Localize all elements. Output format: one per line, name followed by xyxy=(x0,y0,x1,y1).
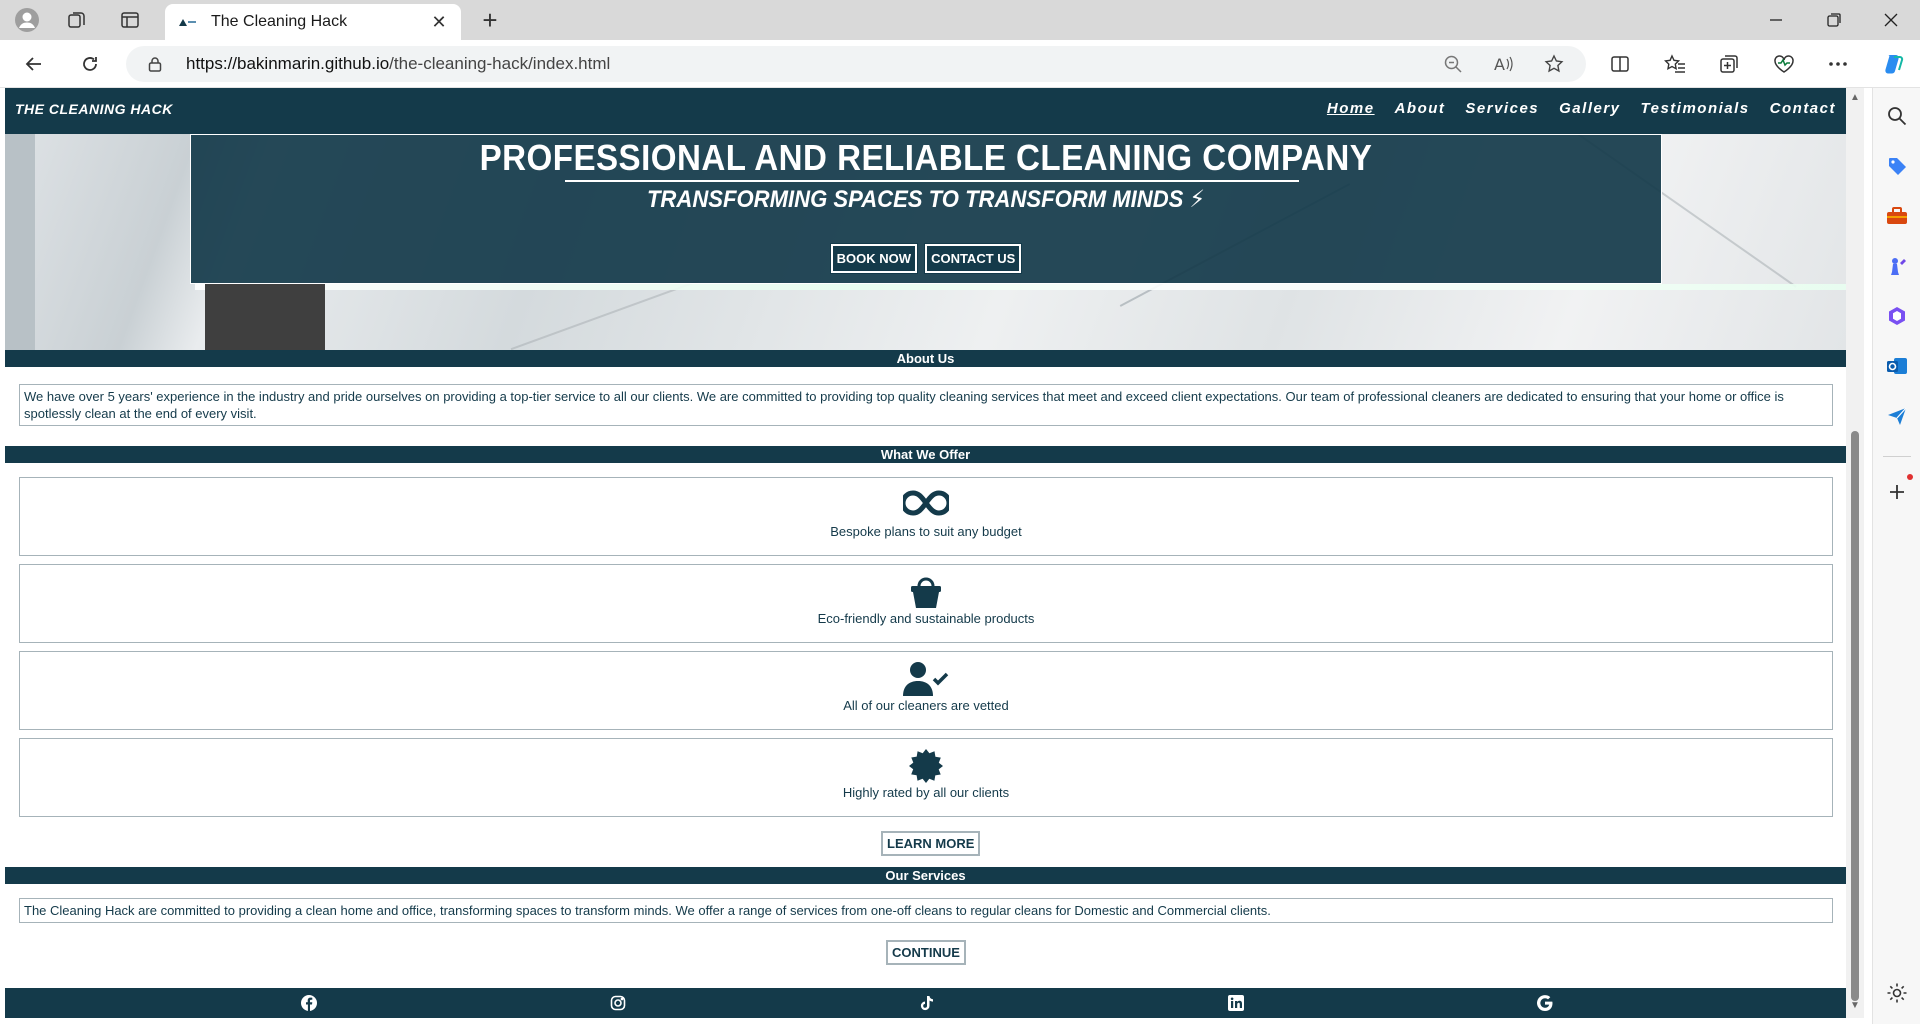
browser-toolbar: https://bakinmarin.github.io/the-cleanin… xyxy=(0,40,1920,88)
more-options-icon[interactable] xyxy=(1824,50,1852,78)
nav-home[interactable]: Home xyxy=(1327,100,1375,117)
url-host: https://bakinmarin.github.io xyxy=(186,54,390,73)
hero-subtitle: TRANSFORMING SPACES TO TRANSFORM MINDS ⚡ xyxy=(646,186,1206,213)
scroll-up-icon[interactable]: ▲ xyxy=(1849,92,1861,103)
offer-text: Highly rated by all our clients xyxy=(842,785,1010,800)
site-favicon-icon xyxy=(177,15,197,29)
hero-cabinet xyxy=(205,284,325,350)
contact-us-button[interactable]: CONTACT US xyxy=(924,243,1023,274)
url-path: /the-cleaning-hack/index.html xyxy=(389,54,611,73)
sidebar-divider xyxy=(1883,456,1911,457)
offer-card: Highly rated by all our clients xyxy=(19,738,1833,817)
favorite-star-icon[interactable] xyxy=(1540,50,1568,78)
tab-close-icon[interactable]: ✕ xyxy=(429,12,449,33)
learn-more-button[interactable]: LEARN MORE xyxy=(881,831,981,856)
offer-text: All of our cleaners are vetted xyxy=(843,698,1009,713)
nav-about[interactable]: About xyxy=(1395,100,1446,117)
zoom-out-icon[interactable] xyxy=(1439,50,1467,78)
services-heading: Our Services xyxy=(5,867,1846,884)
book-now-button[interactable]: BOOK NOW xyxy=(829,243,919,274)
site-footer xyxy=(5,988,1846,1018)
user-check-icon xyxy=(20,662,1832,696)
hero-title: PROFESSIONAL AND RELIABLE CLEANING COMPA… xyxy=(479,137,1373,178)
site-brand[interactable]: THE CLEANING HACK xyxy=(15,101,173,117)
hero-buttons: BOOK NOW CONTACT US xyxy=(191,243,1661,274)
nav-testimonials[interactable]: Testimonials xyxy=(1641,100,1750,117)
read-aloud-icon[interactable]: A xyxy=(1490,50,1518,78)
about-text: We have over 5 years' experience in the … xyxy=(19,384,1833,426)
notification-dot-icon xyxy=(1907,474,1913,480)
nav-gallery[interactable]: Gallery xyxy=(1559,100,1620,117)
services-text: The Cleaning Hack are committed to provi… xyxy=(19,898,1833,923)
browser-sidebar xyxy=(1872,88,1920,1024)
scroll-down-icon[interactable]: ▼ xyxy=(1849,1000,1861,1011)
linkedin-icon[interactable] xyxy=(1227,994,1245,1012)
nav-services[interactable]: Services xyxy=(1465,100,1539,117)
tools-icon[interactable] xyxy=(1885,204,1909,228)
continue-button[interactable]: CONTINUE xyxy=(886,940,966,965)
hero-divider xyxy=(565,180,1299,182)
site-navbar: THE CLEANING HACK Home About Services Ga… xyxy=(5,88,1846,134)
copilot-icon[interactable] xyxy=(1879,50,1907,78)
offer-card: Bespoke plans to suit any budget xyxy=(19,477,1833,556)
collections-icon[interactable] xyxy=(1715,50,1743,78)
instagram-icon[interactable] xyxy=(609,994,627,1012)
page-scrollbar[interactable]: ▲ ▼ xyxy=(1846,88,1864,1018)
microsoft-365-icon[interactable] xyxy=(1885,304,1909,328)
hero-marble-vein xyxy=(510,279,700,350)
infinity-icon xyxy=(20,488,1832,522)
svg-text:A: A xyxy=(1494,55,1505,73)
refresh-icon[interactable] xyxy=(76,50,104,78)
split-screen-icon[interactable] xyxy=(1606,50,1634,78)
nav-contact[interactable]: Contact xyxy=(1770,100,1836,117)
close-window-icon[interactable] xyxy=(1877,6,1905,34)
hero-banner: PROFESSIONAL AND RELIABLE CLEANING COMPA… xyxy=(190,134,1662,284)
hero-section: PROFESSIONAL AND RELIABLE CLEANING COMPA… xyxy=(5,134,1846,350)
workspaces-icon[interactable] xyxy=(63,6,91,34)
address-bar[interactable]: https://bakinmarin.github.io/the-cleanin… xyxy=(126,46,1586,82)
offer-heading: What We Offer xyxy=(5,446,1846,463)
outlook-icon[interactable] xyxy=(1885,354,1909,378)
basket-icon xyxy=(20,575,1832,609)
certificate-icon xyxy=(20,749,1832,783)
site-menu: Home About Services Gallery Testimonials… xyxy=(1327,100,1836,117)
tab-actions-icon[interactable] xyxy=(116,6,144,34)
sidebar-search-icon[interactable] xyxy=(1885,104,1909,128)
lock-icon[interactable] xyxy=(148,55,166,73)
about-heading: About Us xyxy=(5,350,1846,367)
page-viewport: THE CLEANING HACK Home About Services Ga… xyxy=(5,88,1846,1018)
hero-led-strip xyxy=(195,284,1846,290)
profile-icon[interactable] xyxy=(13,6,41,34)
favorites-icon[interactable] xyxy=(1661,50,1689,78)
google-icon[interactable] xyxy=(1536,994,1554,1012)
facebook-icon[interactable] xyxy=(300,994,318,1012)
offer-text: Eco-friendly and sustainable products xyxy=(817,611,1035,626)
sidebar-add-icon[interactable] xyxy=(1885,474,1913,504)
browser-tab[interactable]: The Cleaning Hack ✕ xyxy=(165,4,461,40)
send-icon[interactable] xyxy=(1885,404,1909,428)
tab-title: The Cleaning Hack xyxy=(211,13,348,30)
browser-essentials-icon[interactable] xyxy=(1770,50,1798,78)
browser-titlebar: The Cleaning Hack ✕ + xyxy=(0,0,1920,40)
back-icon[interactable] xyxy=(20,50,48,78)
offer-text: Bespoke plans to suit any budget xyxy=(830,524,1022,539)
scrollbar-thumb[interactable] xyxy=(1851,431,1859,1001)
tiktok-icon[interactable] xyxy=(918,994,936,1012)
shopping-tag-icon[interactable] xyxy=(1885,154,1909,178)
offer-card: Eco-friendly and sustainable products xyxy=(19,564,1833,643)
settings-gear-icon[interactable] xyxy=(1885,981,1909,1005)
url-text: https://bakinmarin.github.io/the-cleanin… xyxy=(186,54,610,74)
new-tab-icon[interactable]: + xyxy=(476,6,504,34)
hero-background-panel xyxy=(5,134,35,350)
offer-card: All of our cleaners are vetted xyxy=(19,651,1833,730)
minimize-icon[interactable] xyxy=(1762,6,1790,34)
games-icon[interactable] xyxy=(1885,254,1909,278)
restore-icon[interactable] xyxy=(1820,6,1848,34)
